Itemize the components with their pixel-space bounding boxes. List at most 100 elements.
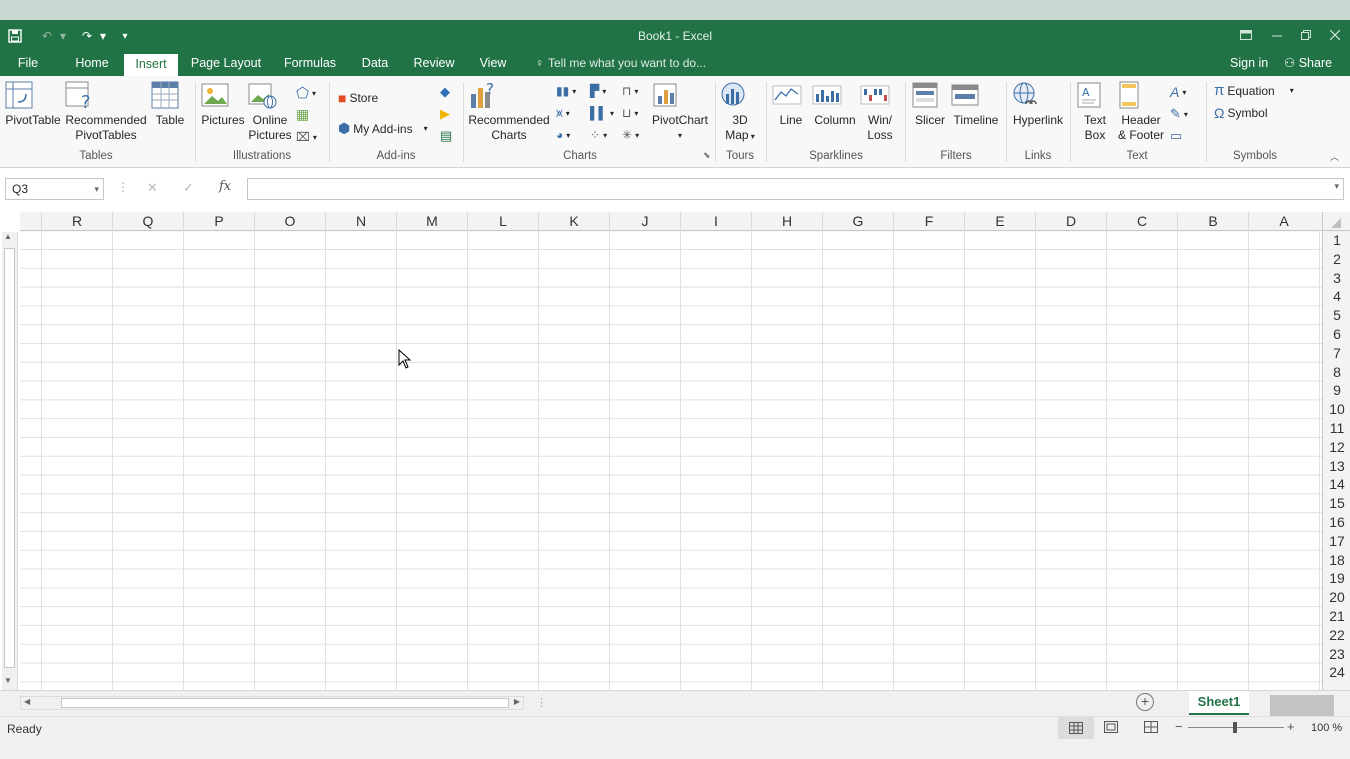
statistic-chart-button[interactable]: ▌▌ ▾ [590, 106, 614, 120]
surface-chart-button[interactable]: ✳ ▾ [622, 128, 639, 142]
scroll-right-icon[interactable]: ▶ [514, 697, 520, 706]
shapes-button[interactable]: ⬠ ▾ [296, 84, 316, 102]
zoom-slider-thumb[interactable] [1233, 722, 1237, 733]
hyperlink-button[interactable]: Hyperlink [1010, 80, 1066, 128]
pivotchart-button[interactable]: PivotChart ▾ [650, 80, 710, 143]
table-button[interactable]: Table [150, 80, 190, 128]
pivottable-button[interactable]: PivotTable [4, 80, 62, 128]
column-header[interactable]: M [396, 212, 467, 231]
column-header[interactable]: C [1106, 212, 1177, 231]
row-header[interactable]: 3 [1323, 269, 1350, 288]
row-header[interactable]: 21 [1323, 607, 1350, 626]
column-header[interactable]: P [183, 212, 254, 231]
name-box[interactable]: Q3 ▾ [5, 178, 104, 200]
row-header[interactable]: 10 [1323, 400, 1350, 419]
people-graph-button[interactable]: ◆ [440, 84, 450, 100]
zoom-level[interactable]: 100 % [1311, 722, 1342, 734]
collapse-ribbon-icon[interactable]: ︿ [1330, 150, 1339, 163]
row-header[interactable]: 16 [1323, 513, 1350, 532]
line-chart-button[interactable]: ⩙ ▾ [556, 106, 570, 121]
ribbon-display-options-icon[interactable] [1232, 22, 1260, 48]
scroll-left-icon[interactable]: ◀ [24, 697, 30, 706]
row-header[interactable]: 14 [1323, 475, 1350, 494]
share-button[interactable]: ⚇ Share [1284, 52, 1332, 74]
recommended-charts-button[interactable]: ? Recommended Charts [468, 80, 550, 143]
column-header[interactable]: O [254, 212, 325, 231]
sign-in-link[interactable]: Sign in [1230, 52, 1268, 74]
sparkline-winloss-button[interactable]: Win/ Loss [860, 80, 900, 143]
column-header[interactable]: K [538, 212, 609, 231]
sparkline-line-button[interactable]: Line [772, 80, 810, 128]
row-header[interactable]: 11 [1323, 419, 1350, 438]
column-header[interactable]: A [1248, 212, 1319, 231]
formula-input[interactable]: ▾ [247, 178, 1344, 200]
column-header[interactable]: E [964, 212, 1035, 231]
row-header[interactable]: 19 [1323, 569, 1350, 588]
formula-bar-splitter-icon[interactable]: ⋮ [117, 180, 129, 194]
zoom-in-icon[interactable]: + [1287, 719, 1295, 734]
row-header[interactable]: 9 [1323, 381, 1350, 400]
hierarchy-chart-button[interactable]: ▛ ▾ [590, 84, 606, 98]
column-header[interactable]: B [1177, 212, 1248, 231]
tab-file[interactable]: File [8, 52, 48, 76]
tab-formulas[interactable]: Formulas [278, 52, 342, 76]
column-header[interactable]: H [751, 212, 822, 231]
combo-chart-button[interactable]: ⊔ ▾ [622, 106, 638, 120]
column-header[interactable]: L [467, 212, 538, 231]
vertical-scroll-thumb[interactable] [4, 248, 15, 668]
charts-dialog-launcher[interactable]: ⬊ [703, 150, 711, 161]
row-header[interactable]: 20 [1323, 588, 1350, 607]
tab-page-layout[interactable]: Page Layout [186, 52, 266, 76]
restore-icon[interactable] [1292, 22, 1320, 48]
text-box-button[interactable]: A Text Box [1074, 80, 1116, 143]
wordart-button[interactable]: A ▾ [1170, 84, 1186, 100]
timeline-button[interactable]: Timeline [950, 80, 1002, 128]
expand-formula-bar-icon[interactable]: ▾ [1334, 181, 1339, 192]
row-header[interactable]: 4 [1323, 287, 1350, 306]
recommended-pivottables-button[interactable]: ? Recommended PivotTables [64, 80, 148, 143]
people-graph-2-button[interactable]: ▤ [440, 128, 452, 144]
normal-view-icon[interactable] [1058, 717, 1094, 739]
pie-chart-button[interactable]: ◕ ▾ [556, 128, 570, 142]
tab-data[interactable]: Data [352, 52, 398, 76]
column-header[interactable]: I [680, 212, 751, 231]
name-box-dropdown-icon[interactable]: ▾ [94, 179, 99, 199]
column-header[interactable]: J [609, 212, 680, 231]
column-chart-button[interactable]: ▮▮ ▾ [556, 84, 576, 98]
screenshot-button[interactable]: ⌧ ▾ [296, 130, 317, 144]
tell-me-search[interactable]: ♀ Tell me what you want to do... [535, 52, 706, 76]
row-header[interactable]: 17 [1323, 532, 1350, 551]
horizontal-scroll-thumb[interactable] [61, 698, 509, 708]
row-header[interactable]: 22 [1323, 626, 1350, 645]
row-header[interactable]: 8 [1323, 363, 1350, 382]
tab-insert[interactable]: Insert [124, 54, 178, 76]
sheet-tab-sheet1[interactable]: Sheet1 [1189, 691, 1249, 715]
online-pictures-button[interactable]: Online Pictures [247, 80, 293, 143]
row-header[interactable]: 6 [1323, 325, 1350, 344]
column-header[interactable]: F [893, 212, 964, 231]
zoom-slider[interactable] [1188, 722, 1284, 733]
tab-home[interactable]: Home [66, 52, 118, 76]
row-header[interactable]: 7 [1323, 344, 1350, 363]
row-header[interactable]: 1 [1323, 231, 1350, 250]
zoom-out-icon[interactable]: − [1175, 719, 1183, 734]
enter-icon[interactable]: ✓ [183, 180, 194, 196]
tab-review[interactable]: Review [408, 52, 460, 76]
my-addins-button[interactable]: ⬢ My Add-ins ▾ [338, 120, 428, 137]
3d-map-button[interactable]: 3D Map ▾ [718, 80, 762, 144]
page-break-view-icon[interactable] [1144, 721, 1158, 736]
row-header[interactable]: 2 [1323, 250, 1350, 269]
column-header[interactable]: Q [112, 212, 183, 231]
header-footer-button[interactable]: Header & Footer [1114, 80, 1168, 143]
sheet-bar-splitter-icon[interactable]: ⋮ [536, 696, 547, 709]
signature-line-button[interactable]: ✎ ▾ [1170, 106, 1188, 122]
cells-area[interactable] [20, 231, 1322, 690]
scroll-up-icon[interactable]: ▲ [4, 232, 12, 241]
sparkline-column-button[interactable]: Column [812, 80, 858, 128]
row-header[interactable]: 24 [1323, 663, 1350, 682]
store-button[interactable]: ■ Store [338, 90, 378, 106]
column-header[interactable]: R [41, 212, 112, 231]
select-all-corner[interactable] [1322, 212, 1350, 231]
row-header[interactable]: 18 [1323, 551, 1350, 570]
smartart-button[interactable]: ▦ [296, 106, 309, 123]
